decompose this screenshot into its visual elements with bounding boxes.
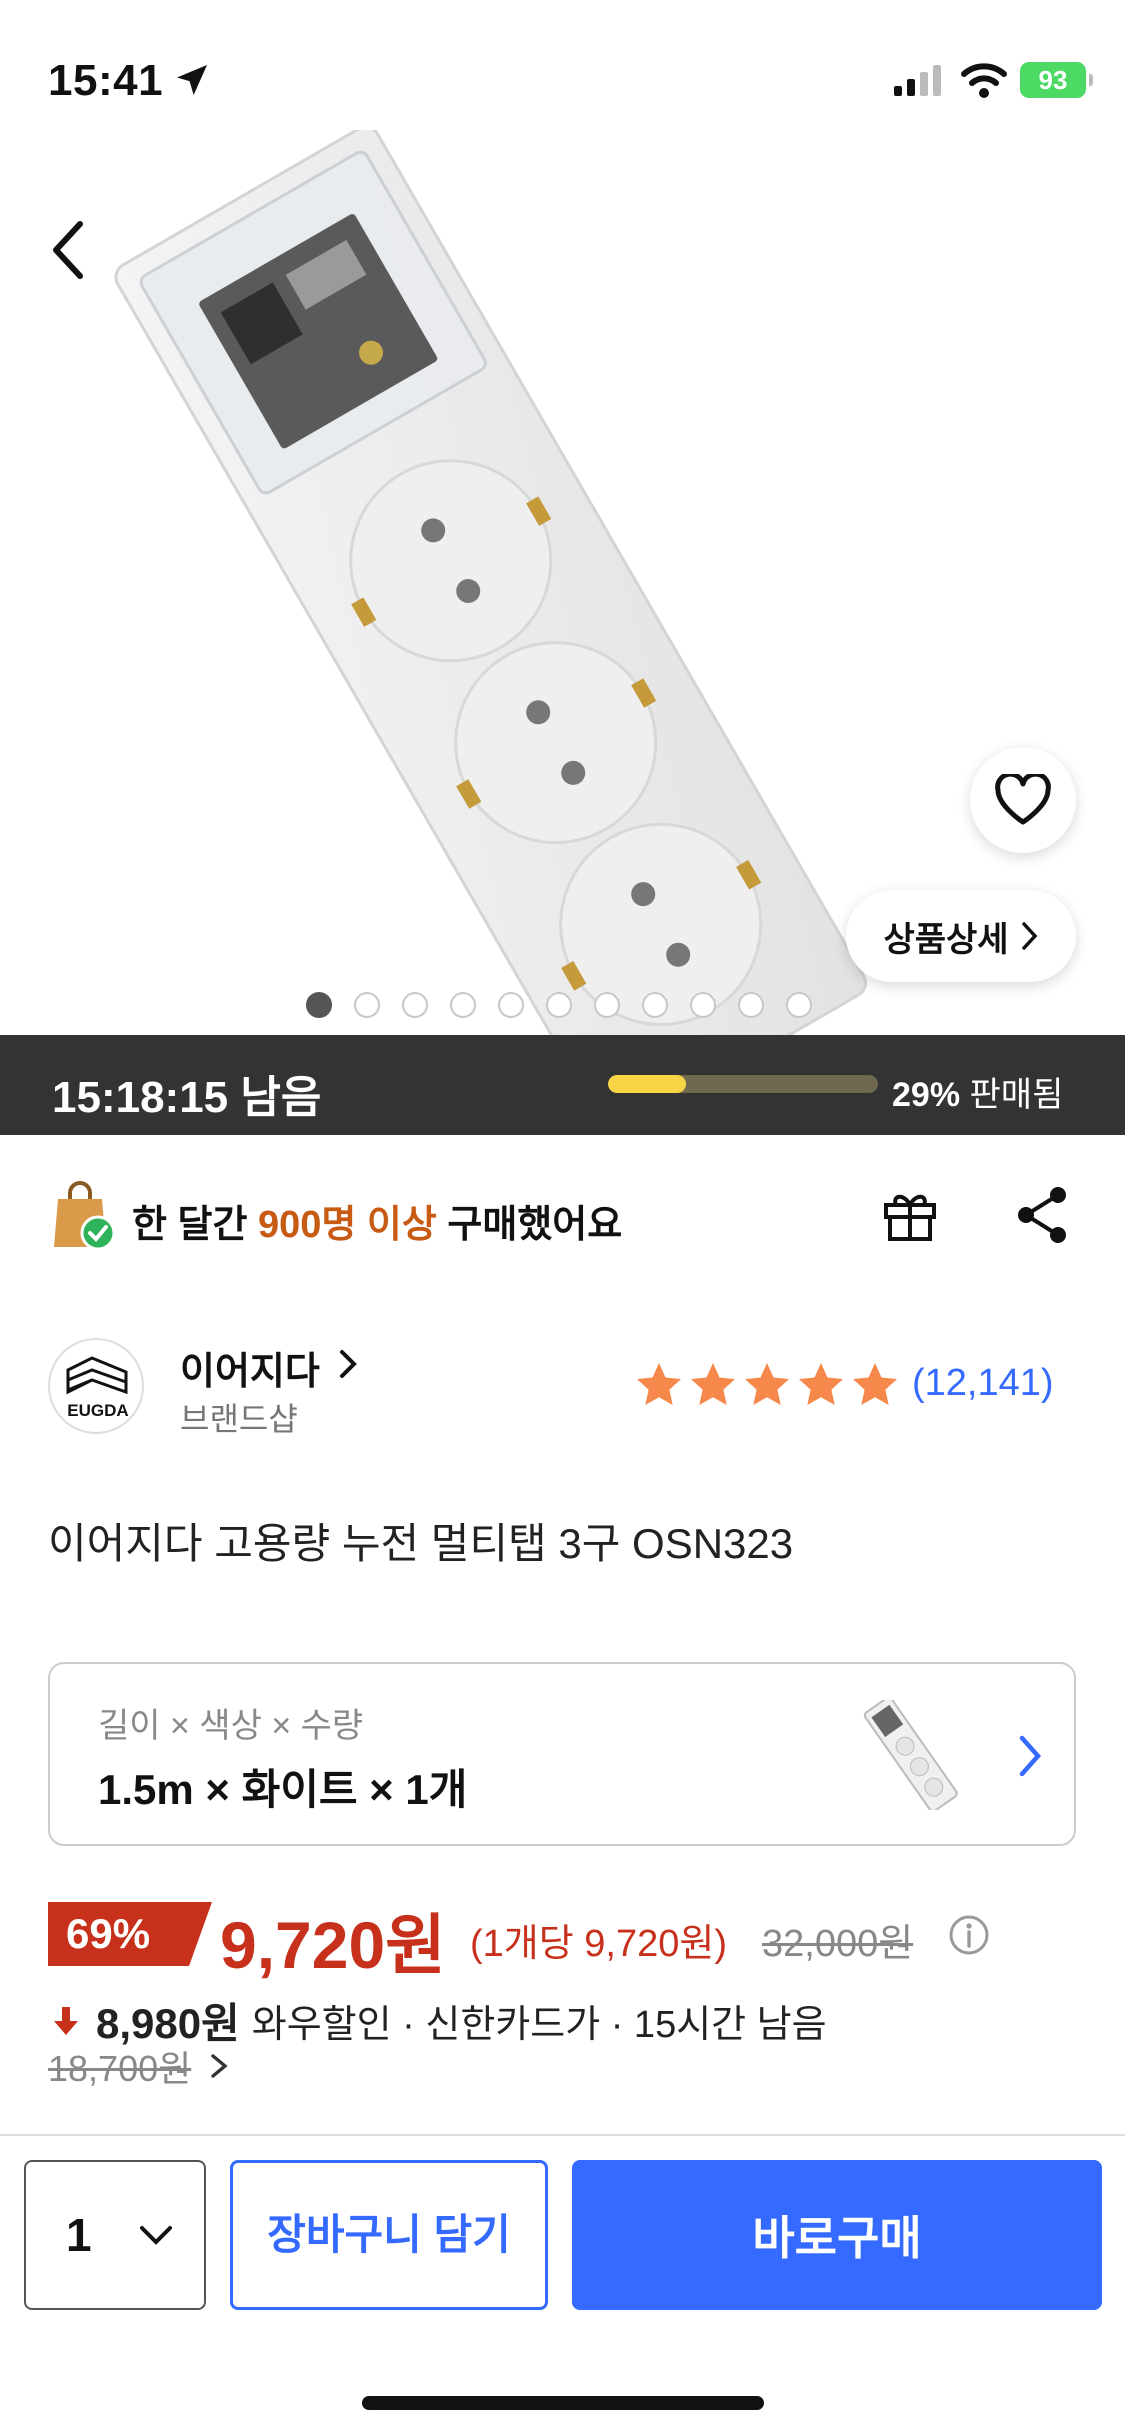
quantity-value: 1 — [66, 2209, 92, 2261]
info-icon[interactable] — [948, 1914, 990, 1956]
wifi-icon — [961, 63, 1007, 98]
brand-name[interactable]: 이어지다 — [180, 1340, 320, 1395]
rating-stars[interactable] — [634, 1360, 900, 1410]
carousel-dot[interactable] — [786, 992, 812, 1018]
time-remaining: 15:18:15 남음 — [52, 1073, 322, 1122]
status-bar: 15:41 93 — [0, 0, 1125, 130]
option-selector[interactable]: 길이 × 색상 × 수량 1.5m × 화이트 × 1개 — [48, 1662, 1076, 1846]
product-image-carousel[interactable]: 상품상세 — [0, 130, 1125, 1035]
star-icon — [799, 1363, 843, 1405]
old-price-row[interactable]: 18,700원 — [48, 2040, 231, 2092]
arrow-down-icon — [54, 2006, 78, 2035]
option-label: 길이 × 색상 × 수량 — [98, 1707, 364, 1745]
review-count[interactable]: (12,141) — [912, 1362, 1054, 1405]
location-arrow-icon — [177, 65, 207, 95]
chevron-right-icon — [1021, 922, 1037, 950]
bottom-divider — [0, 2134, 1125, 2136]
star-icon — [637, 1363, 681, 1405]
original-price: 32,000원 — [762, 1923, 914, 1965]
carousel-dot[interactable] — [498, 992, 524, 1018]
buy-now-button[interactable]: 바로구매 — [572, 2160, 1102, 2310]
option-thumbnail — [863, 1700, 958, 1810]
cellular-signal-icon — [894, 65, 941, 96]
chevron-right-icon — [211, 2054, 228, 2078]
heart-icon — [995, 774, 1051, 825]
star-icon — [691, 1363, 735, 1405]
chevron-right-icon[interactable] — [334, 1344, 364, 1384]
carousel-dot[interactable] — [402, 992, 428, 1018]
carousel-dot[interactable] — [450, 992, 476, 1018]
unit-price: (1개당 9,720원) — [470, 1923, 727, 1965]
chevron-right-icon — [1019, 1735, 1042, 1777]
wow-discount-text: 와우할인 · 신한카드가 · 15시간 남음 — [251, 2004, 827, 2046]
buyers-suffix: 구매했어요 — [447, 1204, 623, 1246]
chevron-down-icon — [140, 2226, 172, 2245]
carousel-dot[interactable] — [690, 992, 716, 1018]
wishlist-button[interactable] — [970, 747, 1076, 853]
home-indicator[interactable] — [362, 2396, 764, 2410]
brand-logo[interactable]: EUGDA — [48, 1338, 144, 1434]
option-value: 1.5m × 화이트 × 1개 — [98, 1766, 468, 1813]
carousel-dot[interactable] — [546, 992, 572, 1018]
gift-icon[interactable] — [880, 1185, 940, 1245]
carousel-dot[interactable] — [354, 992, 380, 1018]
deal-timer-bar: 15:18:15 남음 29% 판매됨 — [0, 1035, 1125, 1135]
buyers-prefix: 한 달간 — [132, 1204, 248, 1246]
brand-logo-text: EUGDA — [67, 1401, 128, 1420]
carousel-dot[interactable] — [306, 992, 332, 1018]
battery-level: 93 — [1038, 64, 1068, 95]
product-detail-button[interactable]: 상품상세 — [846, 890, 1076, 982]
battery-indicator: 93 — [1020, 62, 1093, 98]
monthly-buyers-text: 한 달간 900명 이상 구매했어요 — [132, 1193, 622, 1248]
sale-price: 9,720원 — [220, 1908, 446, 1982]
sold-percentage: 29% 판매됨 — [892, 1067, 1063, 1116]
product-title: 이어지다 고용량 누전 멀티탭 3구 OSN323 — [48, 1520, 794, 1567]
star-icon — [853, 1363, 897, 1405]
brand-shop-label: 브랜드샵 — [180, 1401, 298, 1437]
back-icon[interactable] — [40, 210, 100, 290]
star-icon — [745, 1363, 789, 1405]
carousel-dots[interactable] — [306, 992, 812, 1018]
carousel-dot[interactable] — [642, 992, 668, 1018]
add-to-cart-button[interactable]: 장바구니 담기 — [230, 2160, 548, 2310]
sold-percent-value: 29% — [892, 1076, 961, 1114]
share-icon[interactable] — [1012, 1183, 1072, 1247]
old-price: 18,700원 — [48, 2048, 192, 2089]
status-time: 15:41 — [48, 56, 164, 105]
quantity-select[interactable]: 1 — [24, 2160, 206, 2310]
carousel-dot[interactable] — [738, 992, 764, 1018]
sold-progress-fill — [608, 1075, 687, 1093]
carousel-dot[interactable] — [594, 992, 620, 1018]
product-detail-label: 상품상세 — [883, 920, 1009, 959]
sold-progress-track — [608, 1075, 878, 1093]
discount-badge: 69% — [48, 1902, 212, 1966]
purchase-info-row: 한 달간 900명 이상 구매했어요 — [0, 1135, 1125, 1295]
buyers-count: 900명 이상 — [258, 1204, 437, 1246]
shopping-bag-check-icon — [54, 1181, 116, 1251]
sold-label: 판매됨 — [969, 1076, 1064, 1114]
brand-logo-image: EUGDA — [66, 1356, 129, 1420]
